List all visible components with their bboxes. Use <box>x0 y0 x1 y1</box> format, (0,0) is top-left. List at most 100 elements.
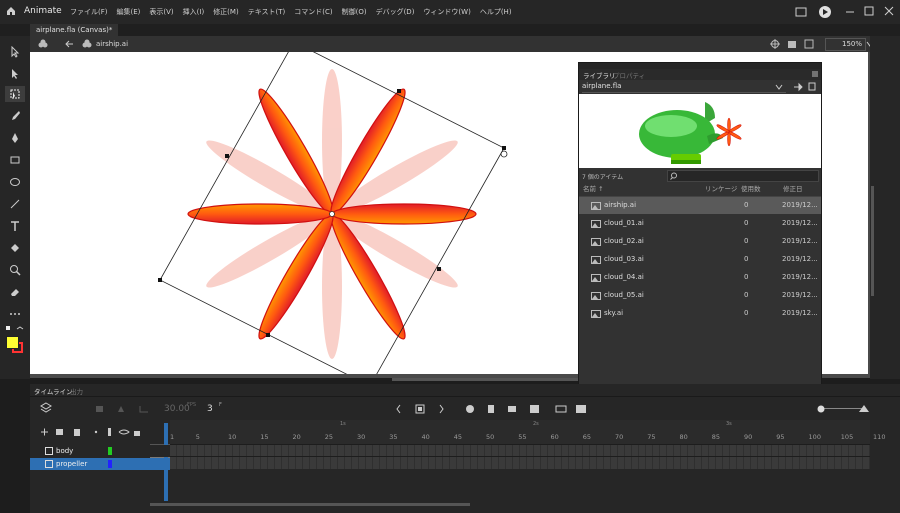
current-frame[interactable]: 3 <box>207 404 213 414</box>
zoom-field[interactable]: 150% <box>825 38 866 51</box>
library-item-name: airship.ai <box>604 201 637 209</box>
timeline-hscrollbar[interactable] <box>150 503 470 506</box>
selection-tool-icon[interactable] <box>9 46 21 58</box>
stage-vertical-scrollbar[interactable] <box>871 186 874 296</box>
menu-text[interactable]: テキスト(T) <box>248 7 286 17</box>
document-tab[interactable]: airplane.fla (Canvas)* <box>30 24 119 36</box>
bitmap-icon <box>591 274 601 282</box>
library-item[interactable]: cloud_01.ai 0 2019/12... <box>579 215 821 232</box>
library-file-select[interactable]: airplane.fla <box>582 81 786 93</box>
layers-icon[interactable] <box>40 402 52 414</box>
menu-window[interactable]: ウィンドウ(W) <box>423 7 470 17</box>
zoom-tool-icon[interactable] <box>9 264 21 276</box>
layer-name: propeller <box>56 460 88 468</box>
menu-control[interactable]: 制御(O) <box>342 7 367 17</box>
library-item-use-count: 0 <box>744 255 749 263</box>
frame-number: 110 <box>873 433 886 441</box>
column-linkage[interactable]: リンケージ <box>705 183 737 196</box>
more-tools-icon[interactable] <box>9 308 21 320</box>
minimize-icon[interactable] <box>845 7 855 17</box>
timeline-layer[interactable]: propeller <box>30 458 170 470</box>
clip-content-icon[interactable] <box>804 39 814 49</box>
bitmap-icon <box>591 238 601 246</box>
layer-color-swatch[interactable] <box>108 447 112 455</box>
frame-number: 100 <box>808 433 821 441</box>
layer-icon <box>45 447 53 455</box>
library-item[interactable]: cloud_02.ai 0 2019/12... <box>579 233 821 250</box>
free-transform-tool-icon[interactable] <box>9 88 21 100</box>
subselection-tool-icon[interactable] <box>9 68 21 80</box>
frame-number: 70 <box>615 433 624 441</box>
test-movie-icon[interactable] <box>818 5 832 19</box>
library-item-name: cloud_04.ai <box>604 273 644 281</box>
oval-tool-icon[interactable] <box>9 176 21 188</box>
menu-modify[interactable]: 修正(M) <box>213 7 239 17</box>
eraser-tool-icon[interactable] <box>9 286 21 298</box>
frame-number: 45 <box>453 433 463 441</box>
window-layout-icon[interactable] <box>795 6 807 18</box>
library-item-name: cloud_05.ai <box>604 291 644 299</box>
column-name[interactable]: 名前 ↑ <box>583 183 604 196</box>
frame-number: 10 <box>228 433 237 441</box>
panel-menu-icon[interactable] <box>811 70 819 78</box>
default-colors-icon[interactable] <box>6 326 14 332</box>
library-item-modified: 2019/12... <box>782 201 818 209</box>
back-arrow-icon[interactable] <box>64 39 74 49</box>
library-item-name: cloud_02.ai <box>604 237 644 245</box>
mountain-large-icon[interactable] <box>858 403 870 413</box>
column-modified[interactable]: 修正日 <box>783 183 803 196</box>
slider-knob[interactable] <box>816 404 826 414</box>
second-marker: 2s <box>533 421 539 427</box>
menu-view[interactable]: 表示(V) <box>149 7 173 17</box>
bitmap-icon <box>591 220 601 228</box>
airship-preview-image <box>639 102 742 164</box>
library-item-modified: 2019/12... <box>782 255 818 263</box>
library-item-use-count: 0 <box>744 237 749 245</box>
chevron-down-icon[interactable] <box>775 84 783 90</box>
stroke-color-swatch[interactable] <box>6 336 19 349</box>
bitmap-icon <box>591 310 601 318</box>
breadcrumb[interactable]: airship.ai <box>96 40 128 48</box>
home-icon[interactable] <box>6 6 16 16</box>
swap-colors-icon[interactable] <box>16 326 24 332</box>
library-item[interactable]: airship.ai 0 2019/12... <box>579 197 821 214</box>
library-search-input[interactable] <box>667 170 819 182</box>
column-use-count[interactable]: 使用数 <box>741 183 761 196</box>
edit-symbols-icon[interactable] <box>787 39 797 49</box>
menu-file[interactable]: ファイル(F) <box>70 7 108 17</box>
menu-help[interactable]: ヘルプ(H) <box>480 7 512 17</box>
bitmap-icon <box>591 256 601 264</box>
scene-icon[interactable] <box>38 39 48 49</box>
camera-tools-icons[interactable] <box>96 404 156 414</box>
pen-tool-icon[interactable] <box>9 132 21 144</box>
rectangle-tool-icon[interactable] <box>9 154 21 166</box>
menu-commands[interactable]: コマンド(C) <box>294 7 332 17</box>
library-item[interactable]: cloud_03.ai 0 2019/12... <box>579 251 821 268</box>
new-library-icon[interactable] <box>807 82 817 92</box>
timeline-zoom-slider[interactable] <box>822 408 862 409</box>
library-tab[interactable]: ライブラリ <box>583 70 616 80</box>
maximize-icon[interactable] <box>864 6 874 16</box>
line-tool-icon[interactable] <box>9 198 21 210</box>
menu-edit[interactable]: 編集(E) <box>117 7 141 17</box>
fps-value[interactable]: 30.00 <box>164 404 190 414</box>
center-stage-icon[interactable] <box>770 39 780 49</box>
properties-tab[interactable]: プロパティ <box>613 70 645 80</box>
layer-color-swatch[interactable] <box>108 460 112 468</box>
paint-bucket-tool-icon[interactable] <box>9 242 21 254</box>
library-item[interactable]: cloud_05.ai 0 2019/12... <box>579 287 821 304</box>
text-tool-icon[interactable] <box>9 220 21 232</box>
output-tab[interactable]: 出力 <box>70 386 83 396</box>
layer-header-icons[interactable] <box>40 427 160 437</box>
timeline-layer[interactable]: body <box>30 445 170 457</box>
menu-debug[interactable]: デバッグ(D) <box>376 7 415 17</box>
stage-horizontal-scrollbar[interactable] <box>392 378 592 381</box>
brush-tool-icon[interactable] <box>9 110 21 122</box>
pin-icon[interactable] <box>793 82 803 92</box>
menu-insert[interactable]: 挿入(I) <box>183 7 205 17</box>
playback-controls[interactable] <box>396 403 596 415</box>
library-item[interactable]: sky.ai 0 2019/12... <box>579 305 821 322</box>
library-item[interactable]: cloud_04.ai 0 2019/12... <box>579 269 821 286</box>
close-icon[interactable] <box>884 6 894 16</box>
timeline-tab[interactable]: タイムライン <box>34 386 73 396</box>
